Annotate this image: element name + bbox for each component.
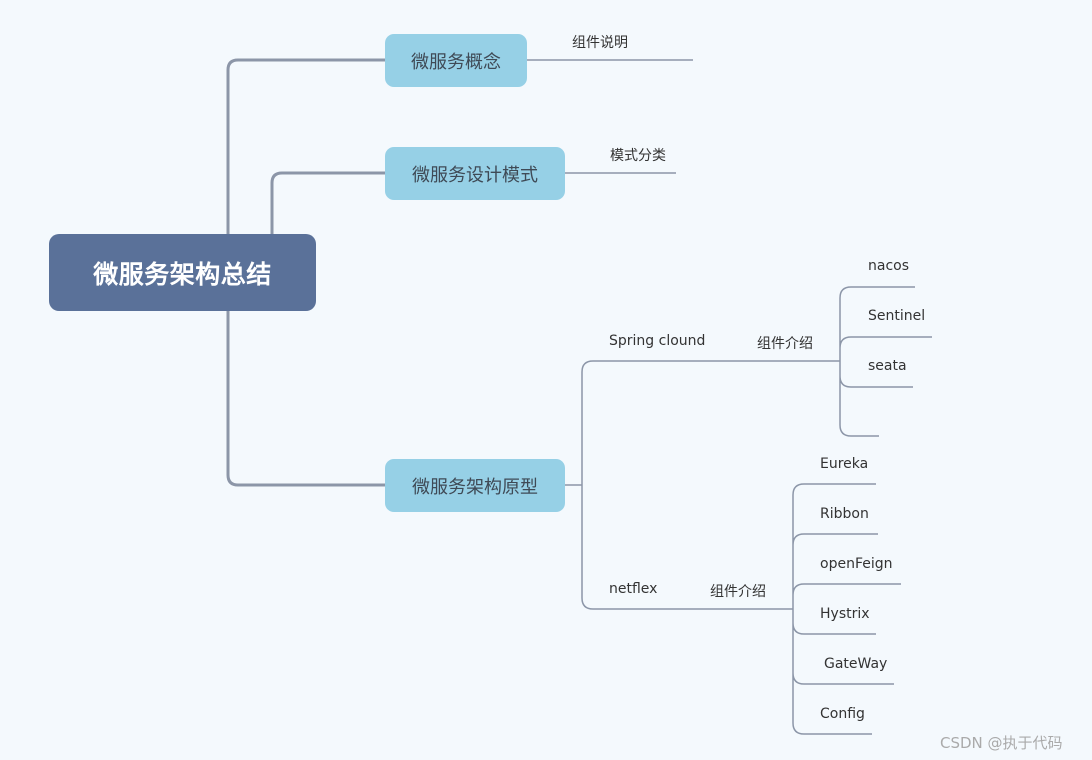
topic-label: 微服务设计模式	[412, 164, 538, 186]
item-openfeign[interactable]: openFeign	[820, 556, 893, 572]
item-gateway[interactable]: GateWay	[824, 656, 887, 672]
topic-node-prototype[interactable]: 微服务架构原型	[385, 459, 565, 512]
item-eureka[interactable]: Eureka	[820, 456, 868, 472]
item-nacos[interactable]: nacos	[868, 258, 909, 274]
item-hystrix[interactable]: Hystrix	[820, 606, 870, 622]
root-node[interactable]: 微服务架构总结	[49, 234, 316, 311]
connector-root-topic-3	[226, 311, 385, 487]
item-config[interactable]: Config	[820, 706, 865, 722]
connector-lines	[226, 58, 932, 735]
item-ribbon[interactable]: Ribbon	[820, 506, 869, 522]
subtopic-spring-cloud[interactable]: Spring clound	[609, 333, 705, 349]
topic-label: 微服务概念	[411, 51, 501, 73]
subtopic-pattern-category[interactable]: 模式分类	[610, 145, 666, 165]
subtopic-netflex-components[interactable]: 组件介绍	[710, 581, 766, 601]
item-sentinel[interactable]: Sentinel	[868, 308, 925, 324]
subtopic-spring-components[interactable]: 组件介绍	[757, 333, 813, 353]
connector-root-topic-1	[226, 58, 385, 234]
watermark: CSDN @执于代码	[940, 734, 1063, 752]
topic-node-design-patterns[interactable]: 微服务设计模式	[385, 147, 565, 200]
topic-node-concept[interactable]: 微服务概念	[385, 34, 527, 87]
subtopic-netflex[interactable]: netflex	[609, 581, 657, 597]
item-seata[interactable]: seata	[868, 358, 907, 374]
topic-label: 微服务架构原型	[412, 476, 538, 498]
connector-root-topic-2	[270, 171, 385, 234]
subtopic-component-desc[interactable]: 组件说明	[572, 32, 628, 52]
root-label: 微服务架构总结	[93, 259, 272, 289]
